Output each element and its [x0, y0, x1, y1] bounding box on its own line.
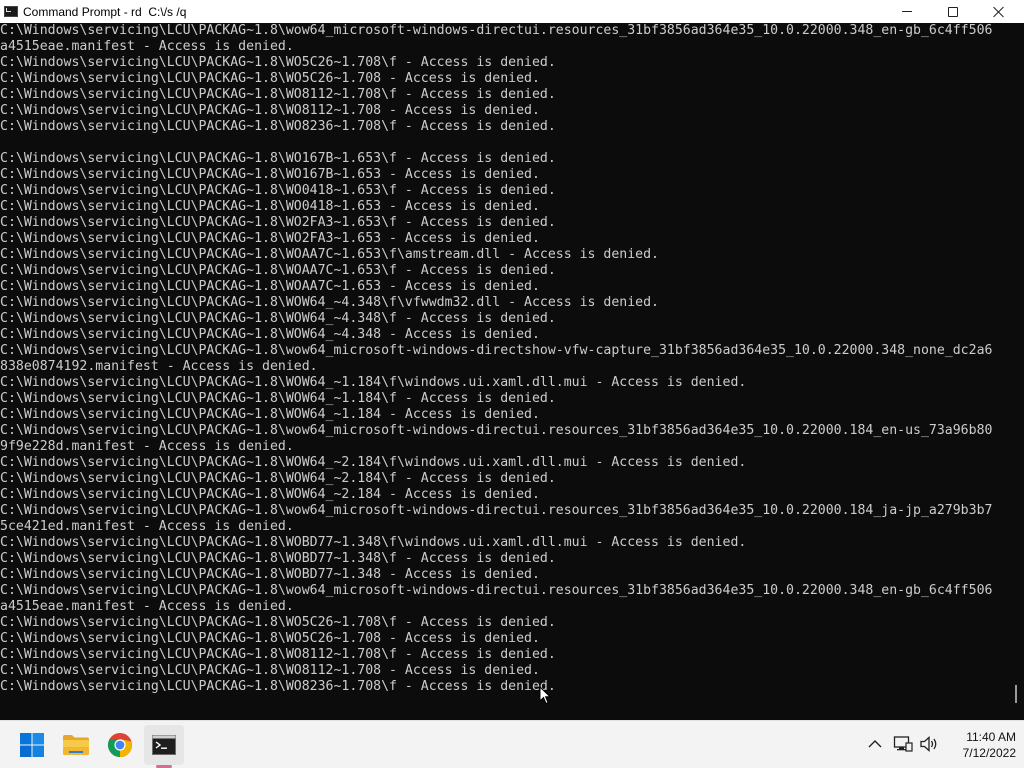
- console-line: C:\Windows\servicing\LCU\PACKAG~1.8\WO5C…: [0, 615, 556, 630]
- console-line: C:\Windows\servicing\LCU\PACKAG~1.8\WO2F…: [0, 231, 540, 246]
- file-explorer-icon: [63, 735, 89, 755]
- console-line: C:\Windows\servicing\LCU\PACKAG~1.8\WO04…: [0, 183, 556, 198]
- scroll-thumb[interactable]: [1015, 685, 1017, 703]
- console-line: a4515eae.manifest - Access is denied.: [0, 599, 294, 614]
- console-line: 838e0874192.manifest - Access is denied.: [0, 359, 318, 374]
- console-line: C:\Windows\servicing\LCU\PACKAG~1.8\WO82…: [0, 679, 556, 694]
- maximize-icon: [948, 6, 958, 17]
- window-title: Command Prompt - rd C:\/s /q: [23, 4, 187, 19]
- network-icon[interactable]: [893, 735, 913, 753]
- console-line: C:\Windows\servicing\LCU\PACKAG~1.8\WOW6…: [0, 455, 747, 470]
- console-lines: C:\Windows\servicing\LCU\PACKAG~1.8\wow6…: [0, 23, 1010, 695]
- volume-icon[interactable]: [919, 735, 939, 753]
- console-line: C:\Windows\servicing\LCU\PACKAG~1.8\WO04…: [0, 199, 540, 214]
- console-line: C:\Windows\servicing\LCU\PACKAG~1.8\WOBD…: [0, 567, 540, 582]
- command-prompt-icon: [152, 735, 176, 755]
- console-line: 9f9e228d.manifest - Access is denied.: [0, 439, 294, 454]
- console-line: C:\Windows\servicing\LCU\PACKAG~1.8\WO81…: [0, 647, 556, 662]
- start-button[interactable]: [12, 725, 52, 765]
- console-line: C:\Windows\servicing\LCU\PACKAG~1.8\WOBD…: [0, 535, 747, 550]
- command-prompt-taskbar-button[interactable]: [144, 725, 184, 765]
- console-line: C:\Windows\servicing\LCU\PACKAG~1.8\WO82…: [0, 119, 556, 134]
- console-line: C:\Windows\servicing\LCU\PACKAG~1.8\WO5C…: [0, 631, 540, 646]
- console-line: C:\Windows\servicing\LCU\PACKAG~1.8\WO81…: [0, 87, 556, 102]
- console-line: C:\Windows\servicing\LCU\PACKAG~1.8\WO81…: [0, 103, 540, 118]
- console-line: C:\Windows\servicing\LCU\PACKAG~1.8\WO81…: [0, 663, 540, 678]
- clock-date: 7/12/2022: [962, 746, 1016, 760]
- console-line: C:\Windows\servicing\LCU\PACKAG~1.8\wow6…: [0, 23, 993, 38]
- console-line: C:\Windows\servicing\LCU\PACKAG~1.8\wow6…: [0, 583, 993, 598]
- console-line: C:\Windows\servicing\LCU\PACKAG~1.8\WOW6…: [0, 407, 540, 422]
- clock-time: 11:40 AM: [966, 730, 1016, 744]
- console-line: C:\Windows\servicing\LCU\PACKAG~1.8\WOW6…: [0, 375, 747, 390]
- chrome-button[interactable]: [100, 725, 140, 765]
- command-prompt-window[interactable]: Command Prompt - rd C:\/s /q C:\Windows\…: [0, 0, 1024, 720]
- console-line: C:\Windows\servicing\LCU\PACKAG~1.8\WOBD…: [0, 551, 556, 566]
- maximize-button[interactable]: [930, 0, 976, 23]
- chrome-icon: [107, 733, 132, 758]
- console-line: a4515eae.manifest - Access is denied.: [0, 39, 294, 54]
- console-line: C:\Windows\servicing\LCU\PACKAG~1.8\WOW6…: [0, 487, 540, 502]
- file-explorer-button[interactable]: [56, 725, 96, 765]
- minimize-button[interactable]: [884, 0, 930, 23]
- console-line: C:\Windows\servicing\LCU\PACKAG~1.8\WOW6…: [0, 327, 540, 342]
- console-line: C:\Windows\servicing\LCU\PACKAG~1.8\WO16…: [0, 167, 540, 182]
- console-line: C:\Windows\servicing\LCU\PACKAG~1.8\WOW6…: [0, 311, 556, 326]
- mouse-cursor-icon: [539, 686, 551, 705]
- command-prompt-icon: [4, 6, 18, 17]
- console-line: C:\Windows\servicing\LCU\PACKAG~1.8\WO2F…: [0, 215, 556, 230]
- console-line: C:\Windows\servicing\LCU\PACKAG~1.8\WOAA…: [0, 279, 540, 294]
- system-clock[interactable]: 11:40 AM 7/12/2022: [940, 729, 1016, 761]
- title-bar[interactable]: Command Prompt - rd C:\/s /q: [0, 0, 1024, 23]
- console-line: C:\Windows\servicing\LCU\PACKAG~1.8\WOW6…: [0, 391, 556, 406]
- console-line: 5ce421ed.manifest - Access is denied.: [0, 519, 294, 534]
- minimize-icon: [902, 11, 912, 12]
- vertical-scrollbar[interactable]: [1012, 23, 1024, 720]
- console-line: C:\Windows\servicing\LCU\PACKAG~1.8\wow6…: [0, 423, 993, 438]
- console-line: C:\Windows\servicing\LCU\PACKAG~1.8\WOAA…: [0, 263, 556, 278]
- console-line: C:\Windows\servicing\LCU\PACKAG~1.8\WOAA…: [0, 247, 659, 262]
- windows-start-icon: [20, 733, 44, 757]
- console-line: C:\Windows\servicing\LCU\PACKAG~1.8\wow6…: [0, 343, 993, 358]
- console-line: C:\Windows\servicing\LCU\PACKAG~1.8\WOW6…: [0, 295, 659, 310]
- chevron-up-icon[interactable]: [866, 735, 884, 753]
- console-output[interactable]: C:\Windows\servicing\LCU\PACKAG~1.8\wow6…: [0, 23, 1010, 720]
- console-line: C:\Windows\servicing\LCU\PACKAG~1.8\WO5C…: [0, 55, 556, 70]
- console-line: C:\Windows\servicing\LCU\PACKAG~1.8\WOW6…: [0, 471, 556, 486]
- close-icon: [993, 6, 1005, 18]
- console-line: C:\Windows\servicing\LCU\PACKAG~1.8\WO5C…: [0, 71, 540, 86]
- console-line: C:\Windows\servicing\LCU\PACKAG~1.8\WO16…: [0, 151, 556, 166]
- close-button[interactable]: [976, 0, 1022, 23]
- console-line: C:\Windows\servicing\LCU\PACKAG~1.8\wow6…: [0, 503, 993, 518]
